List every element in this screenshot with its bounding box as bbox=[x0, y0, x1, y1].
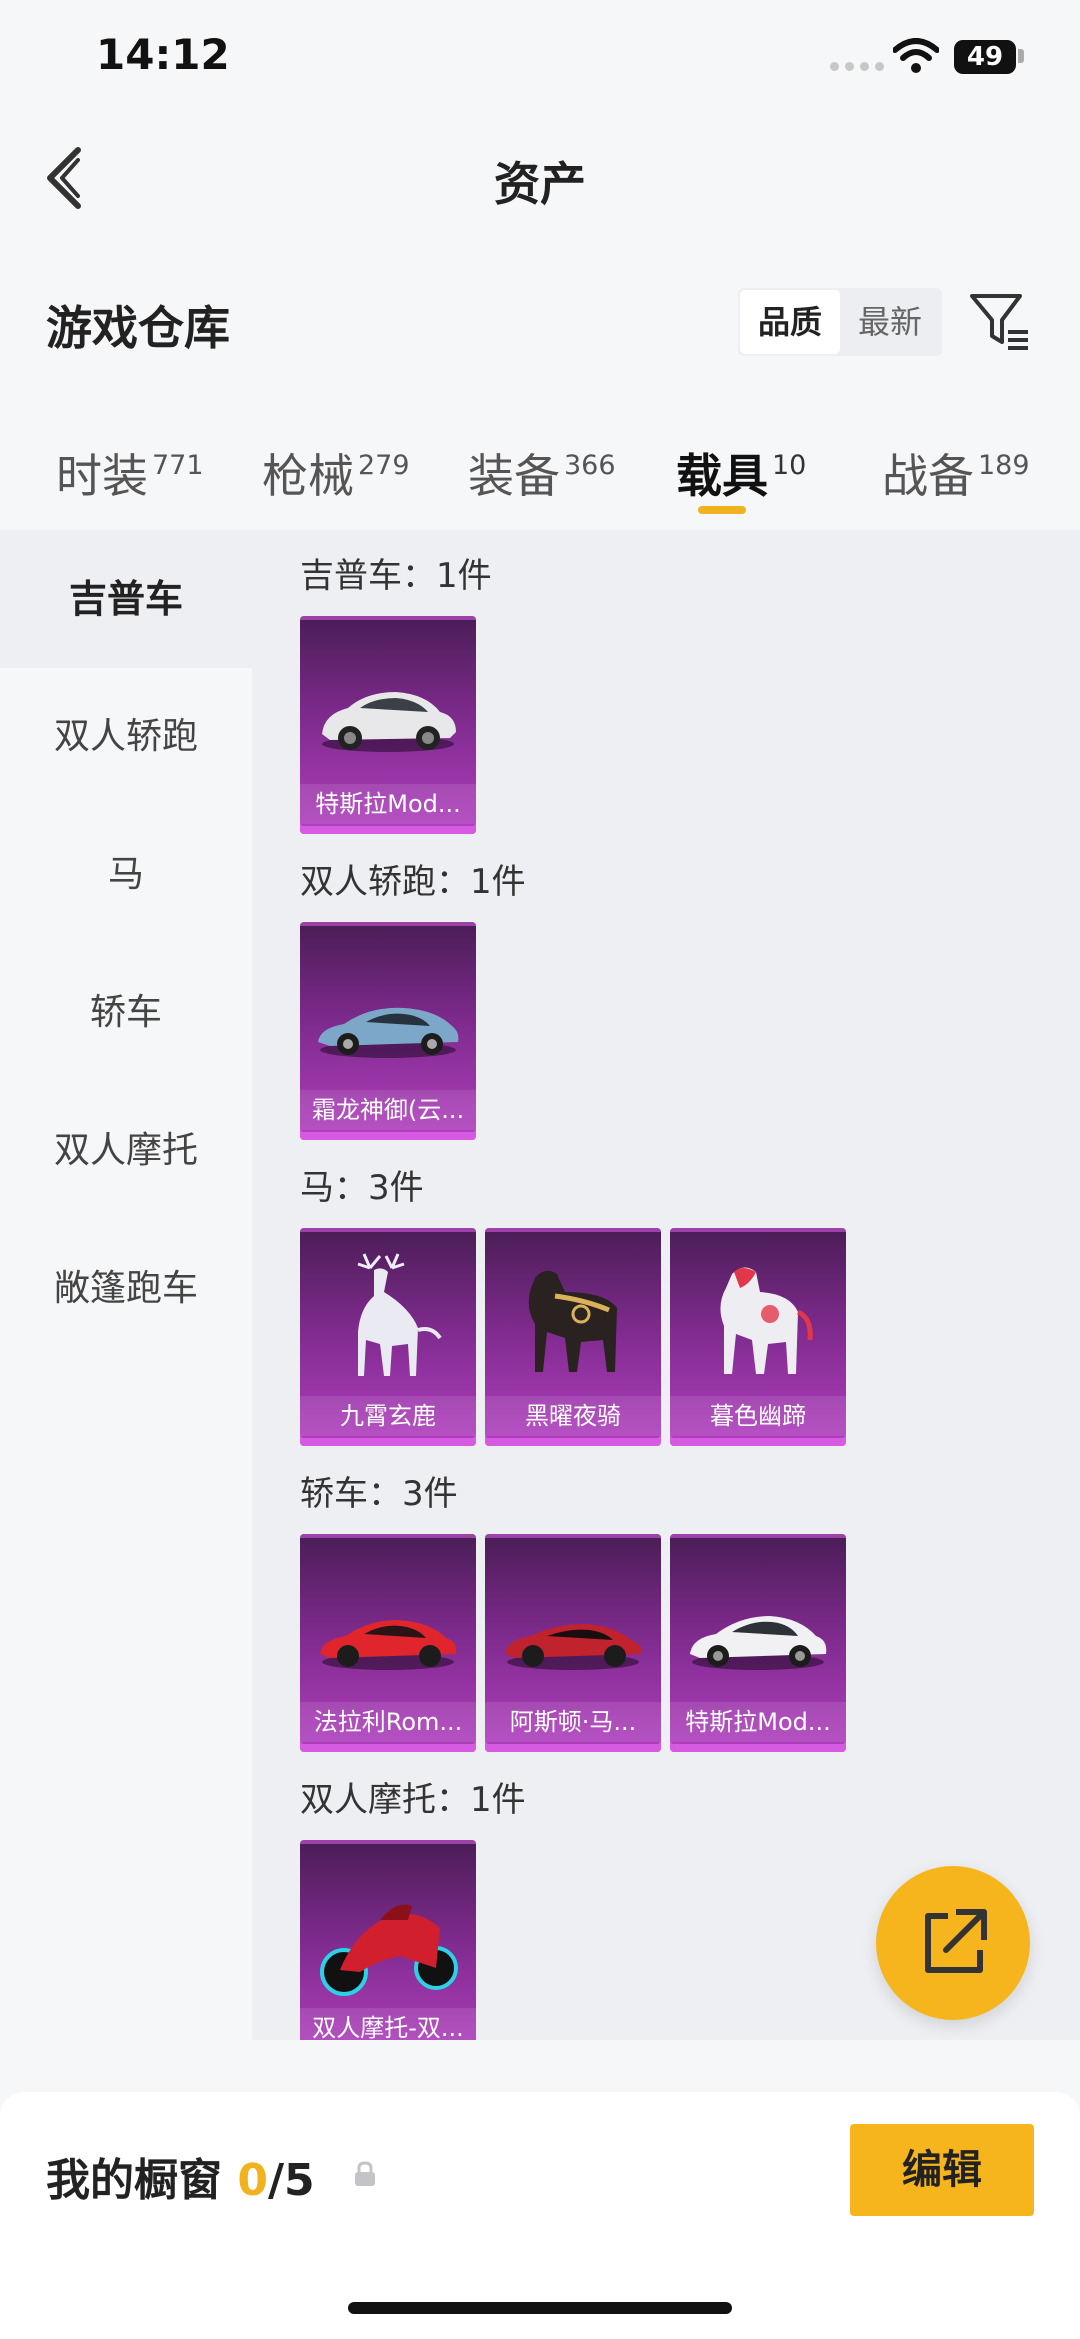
tab-equipment[interactable]: 装备 366 bbox=[468, 440, 616, 506]
vehicle-image bbox=[320, 1904, 458, 1996]
tab-count: 10 bbox=[772, 450, 807, 481]
section-label: 马：3件 bbox=[300, 1168, 424, 1208]
sidebar-item-coupe[interactable]: 双人轿跑 bbox=[0, 668, 252, 806]
tab-label: 枪械 bbox=[262, 449, 354, 503]
sidebar-item-jeep[interactable]: 吉普车 bbox=[0, 530, 252, 668]
tab-label: 时装 bbox=[56, 449, 148, 503]
vehicle-card[interactable]: 暮色幽蹄 bbox=[670, 1228, 846, 1446]
vehicle-name: 阿斯顿·马... bbox=[485, 1702, 661, 1742]
sort-latest-button[interactable]: 最新 bbox=[840, 288, 940, 356]
sidebar-item-convertible[interactable]: 敞篷跑车 bbox=[0, 1220, 252, 1358]
tab-fashion[interactable]: 时装 771 bbox=[56, 440, 204, 506]
vehicle-name: 法拉利Rom... bbox=[300, 1702, 476, 1742]
active-tab-indicator bbox=[698, 506, 746, 514]
vehicle-card[interactable]: 特斯拉Mod... bbox=[670, 1534, 846, 1752]
vehicle-name: 霜龙神御(云... bbox=[300, 1090, 476, 1130]
vehicle-name: 双人摩托-双... bbox=[300, 2008, 476, 2040]
warehouse-title: 游戏仓库 bbox=[46, 301, 230, 355]
showcase-total: /5 bbox=[267, 2155, 315, 2206]
battery-tip bbox=[1018, 49, 1024, 63]
section-label: 轿车：3件 bbox=[300, 1474, 458, 1514]
sort-quality-button[interactable]: 品质 bbox=[740, 290, 840, 354]
vehicle-name: 特斯拉Mod... bbox=[670, 1702, 846, 1742]
vehicle-card[interactable]: 双人摩托-双... bbox=[300, 1840, 476, 2040]
tab-count: 189 bbox=[978, 450, 1030, 481]
vehicle-image bbox=[720, 1267, 813, 1374]
section-label: 吉普车：1件 bbox=[300, 556, 492, 596]
showcase-count: 0 bbox=[237, 2155, 268, 2206]
vehicle-card[interactable]: 霜龙神御(云... bbox=[300, 922, 476, 1140]
section-label: 双人轿跑：1件 bbox=[300, 862, 526, 902]
signal-icon bbox=[830, 56, 890, 75]
status-bar: 14:12 49 bbox=[0, 0, 1080, 120]
share-external-icon bbox=[925, 1909, 987, 1973]
category-tabs: 时装 771 枪械 279 装备 366 载具 10 战备 189 bbox=[0, 420, 1080, 530]
tab-supplies[interactable]: 战备 189 bbox=[882, 440, 1030, 506]
tab-label: 载具 bbox=[676, 449, 768, 503]
vehicle-type-sidebar: 吉普车 双人轿跑 马 轿车 双人摩托 敞篷跑车 bbox=[0, 530, 252, 2040]
battery-indicator: 49 bbox=[954, 40, 1016, 74]
sidebar-item-motorbike[interactable]: 双人摩托 bbox=[0, 1082, 252, 1220]
edit-button[interactable]: 编辑 bbox=[850, 2124, 1034, 2216]
vehicle-card[interactable]: 特斯拉Mod... bbox=[300, 616, 476, 834]
vehicle-image bbox=[690, 1616, 827, 1670]
vehicle-image bbox=[505, 1624, 642, 1670]
share-button[interactable] bbox=[876, 1866, 1030, 2020]
vehicle-name: 九霄玄鹿 bbox=[300, 1396, 476, 1436]
tab-label: 战备 bbox=[882, 449, 974, 503]
vehicle-image bbox=[320, 1620, 457, 1670]
tab-count: 771 bbox=[152, 450, 204, 481]
sidebar-item-horse[interactable]: 马 bbox=[0, 806, 252, 944]
tab-vehicles[interactable]: 载具 10 bbox=[676, 440, 806, 506]
tab-label: 装备 bbox=[468, 449, 560, 503]
sidebar-item-sedan[interactable]: 轿车 bbox=[0, 944, 252, 1082]
vehicle-image bbox=[318, 1007, 459, 1058]
vehicle-image bbox=[528, 1270, 617, 1372]
showcase-label: 我的橱窗 bbox=[46, 2155, 222, 2206]
vehicle-name: 暮色幽蹄 bbox=[670, 1396, 846, 1436]
filter-icon[interactable] bbox=[968, 290, 1032, 354]
page-title: 资产 bbox=[494, 157, 586, 211]
vehicle-name: 黑曜夜骑 bbox=[485, 1396, 661, 1436]
section-label: 双人摩托：1件 bbox=[300, 1780, 526, 1820]
vehicle-name: 特斯拉Mod... bbox=[300, 784, 476, 824]
sort-toggle: 品质 最新 bbox=[738, 288, 942, 356]
vehicle-card[interactable]: 阿斯顿·马... bbox=[485, 1534, 661, 1752]
vehicle-list: 吉普车：1件 特斯拉Mod... 双人轿跑：1件 霜龙神御(云... 马：3件 bbox=[252, 530, 1080, 2040]
vehicle-card[interactable]: 法拉利Rom... bbox=[300, 1534, 476, 1752]
tab-count: 366 bbox=[564, 450, 616, 481]
home-indicator bbox=[348, 2302, 732, 2314]
showcase-title: 我的橱窗 0/5 bbox=[46, 2144, 315, 2208]
vehicle-card[interactable]: 九霄玄鹿 bbox=[300, 1228, 476, 1446]
tab-count: 279 bbox=[358, 450, 410, 481]
wifi-icon bbox=[893, 38, 939, 73]
lock-icon bbox=[355, 2161, 375, 2186]
vehicle-image bbox=[357, 1253, 442, 1376]
vehicle-card[interactable]: 黑曜夜骑 bbox=[485, 1228, 661, 1446]
tab-guns[interactable]: 枪械 279 bbox=[262, 440, 410, 506]
vehicle-image bbox=[322, 692, 456, 752]
status-time: 14:12 bbox=[96, 30, 230, 79]
